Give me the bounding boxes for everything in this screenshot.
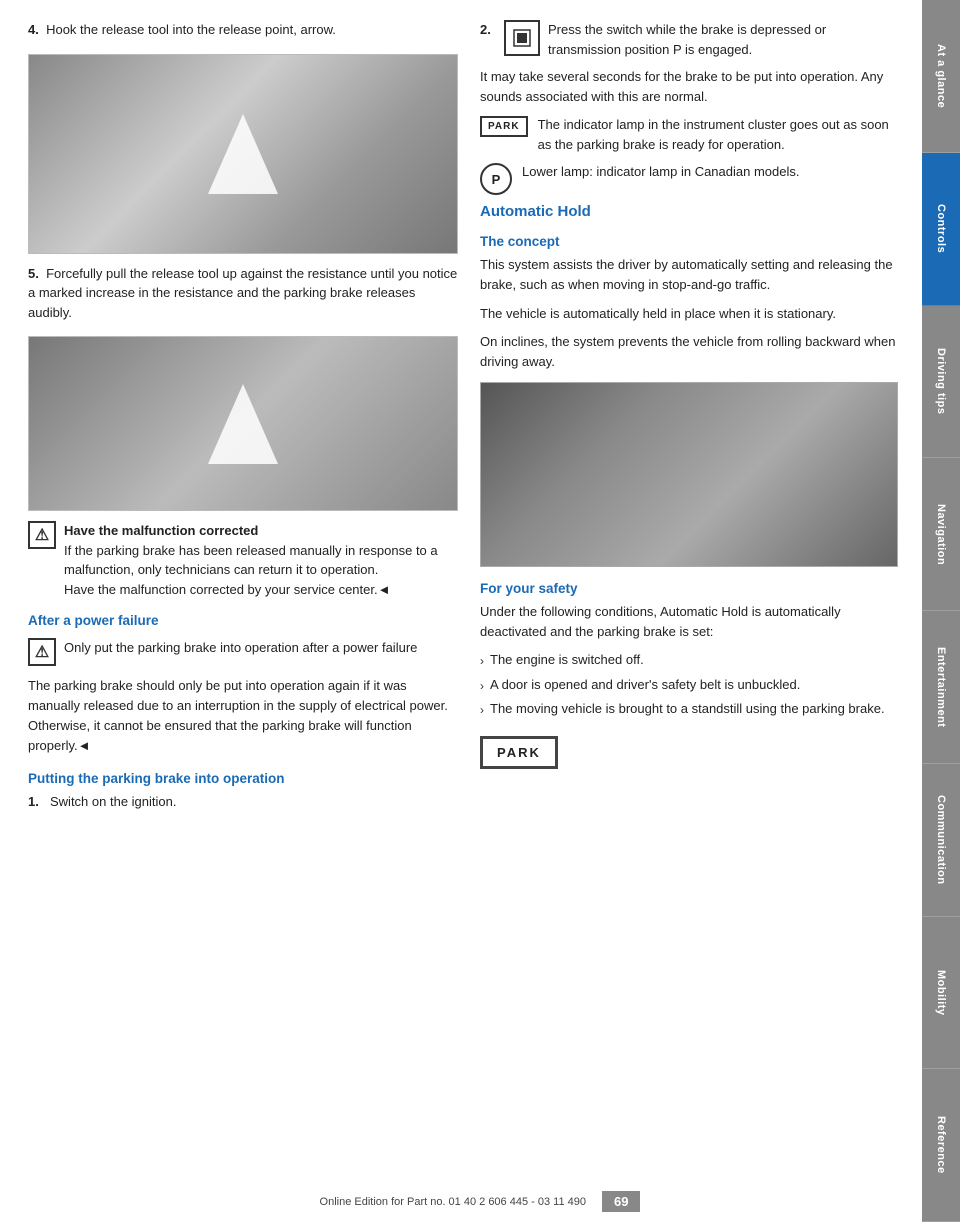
safety-intro-text: Under the following conditions, Automati… [480,602,898,642]
concept-text-3: On inclines, the system prevents the veh… [480,332,898,372]
sidebar-tab-label-7: Reference [935,1116,947,1174]
step-1-num: 1. [28,792,44,812]
content-area: 4. Hook the release tool into the releas… [0,0,922,1222]
bullet-3: › The moving vehicle is brought to a sta… [480,699,898,720]
warning-icon-2: ⚠ [28,638,56,666]
indicator-park: PARK The indicator lamp in the instrumen… [480,115,898,154]
bullet-2: › A door is opened and driver's safety b… [480,675,898,696]
concept-heading: The concept [480,234,898,249]
step-4-number: 4. [28,22,39,37]
chevron-icon-3: › [480,701,484,720]
sidebar-tab-label-1: Controls [935,204,947,253]
sidebar-tab-mobility[interactable]: Mobility [922,917,960,1070]
step-5-text: Forcefully pull the release tool up agai… [28,266,457,320]
step-5-number: 5. [28,266,39,281]
warning-heading-1: Have the malfunction corrected [64,523,258,538]
arrow-up-icon [203,109,283,199]
bullet-2-text: A door is opened and driver's safety bel… [490,675,800,695]
sidebar-tab-entertainment[interactable]: Entertainment [922,611,960,764]
sidebar-tab-label-4: Entertainment [935,647,947,727]
concept-text-2: The vehicle is automatically held in pla… [480,304,898,324]
warning-box-2: ⚠ Only put the parking brake into operat… [28,638,458,666]
park-badge-indicator: PARK [480,116,528,137]
sidebar-tab-label-0: At a glance [935,44,947,108]
section-power-failure: After a power failure [28,613,458,628]
step-2-text: Press the switch while the brake is depr… [548,20,898,59]
left-column: 4. Hook the release tool into the releas… [28,20,458,1172]
step-5: 5. Forcefully pull the release tool up a… [28,264,458,323]
sidebar-tab-label-3: Navigation [935,504,947,565]
interior-image [480,382,898,567]
sidebar-tab-label-2: Driving tips [935,348,947,415]
sidebar-tab-at-a-glance[interactable]: At a glance [922,0,960,153]
step-1-text: Switch on the ignition. [50,792,176,812]
power-failure-text: The parking brake should only be put int… [28,676,458,757]
step-4-text: Hook the release tool into the release p… [46,22,336,37]
footer-text: Online Edition for Part no. 01 40 2 606 … [320,1196,586,1208]
sidebar: At a glance Controls Driving tips Naviga… [922,0,960,1222]
safety-bullet-list: › The engine is switched off. › A door i… [480,650,898,720]
car-image-top [28,54,458,254]
sidebar-tab-label-6: Mobility [935,970,947,1016]
chevron-icon-1: › [480,652,484,671]
concept-text-1: This system assists the driver by automa… [480,255,898,295]
section-safety: For your safety [480,581,898,596]
sidebar-tab-label-5: Communication [935,795,947,885]
car-image-top-bg [29,55,457,253]
park-badge-bottom-container: PARK [480,728,898,769]
right-column: 2. Press the switch while the brake is d… [480,20,898,1172]
step-2-num: 2. [480,20,496,40]
warning-body-1: If the parking brake has been released m… [64,543,438,597]
sidebar-tab-controls[interactable]: Controls [922,153,960,306]
warning-text-1: Have the malfunction corrected If the pa… [64,521,458,599]
step-4: 4. Hook the release tool into the releas… [28,20,458,40]
warning-box-1: ⚠ Have the malfunction corrected If the … [28,521,458,599]
sidebar-tab-communication[interactable]: Communication [922,764,960,917]
arrow-up-icon-2 [203,379,283,469]
bullet-1: › The engine is switched off. [480,650,898,671]
switch-svg [512,28,532,48]
car-image-mid-bg [29,337,457,510]
step-2-press: 2. Press the switch while the brake is d… [480,20,898,59]
interior-image-bg [481,383,897,566]
canadian-indicator-icon: P [480,163,512,195]
bullet-3-text: The moving vehicle is brought to a stand… [490,699,885,719]
indicator-canadian-text: Lower lamp: indicator lamp in Canadian m… [522,162,799,182]
indicator-park-text: The indicator lamp in the instrument clu… [538,115,898,154]
warning-icon-1: ⚠ [28,521,56,549]
sidebar-tab-navigation[interactable]: Navigation [922,458,960,611]
seconds-text: It may take several seconds for the brak… [480,67,898,107]
bullet-1-text: The engine is switched off. [490,650,644,670]
sidebar-tab-driving-tips[interactable]: Driving tips [922,306,960,459]
section-automatic-hold: Automatic Hold [480,203,898,220]
switch-icon [504,20,540,56]
car-image-mid [28,336,458,511]
section-putting-brake: Putting the parking brake into operation [28,771,458,786]
step-1-ignition: 1. Switch on the ignition. [28,792,458,812]
page-wrapper: 4. Hook the release tool into the releas… [0,0,960,1222]
page-number: 69 [602,1191,640,1212]
chevron-icon-2: › [480,677,484,696]
page-footer: Online Edition for Part no. 01 40 2 606 … [0,1191,960,1212]
warning-text-2: Only put the parking brake into operatio… [64,638,417,658]
park-badge-bottom: PARK [480,736,558,769]
indicator-canadian: P Lower lamp: indicator lamp in Canadian… [480,162,898,195]
